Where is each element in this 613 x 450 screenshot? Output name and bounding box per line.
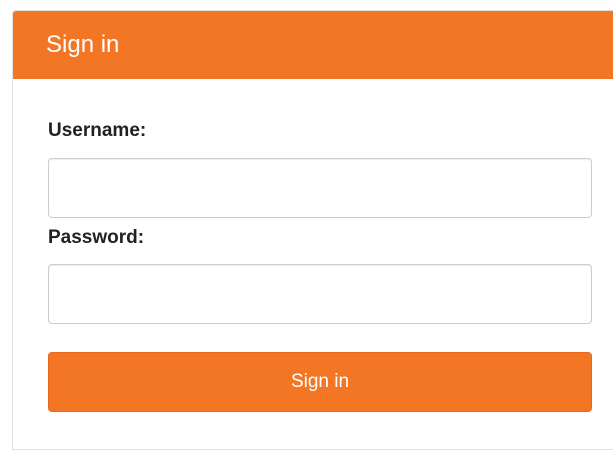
sign-in-button[interactable]: Sign in: [48, 352, 592, 412]
username-input[interactable]: [48, 158, 592, 218]
sign-in-panel: Sign in Username: Password: Sign in: [12, 10, 613, 450]
password-label: Password:: [48, 227, 145, 248]
username-label: Username:: [48, 120, 147, 141]
page-title: Sign in: [46, 31, 120, 58]
password-input[interactable]: [48, 264, 592, 324]
panel-header: Sign in: [13, 11, 613, 79]
